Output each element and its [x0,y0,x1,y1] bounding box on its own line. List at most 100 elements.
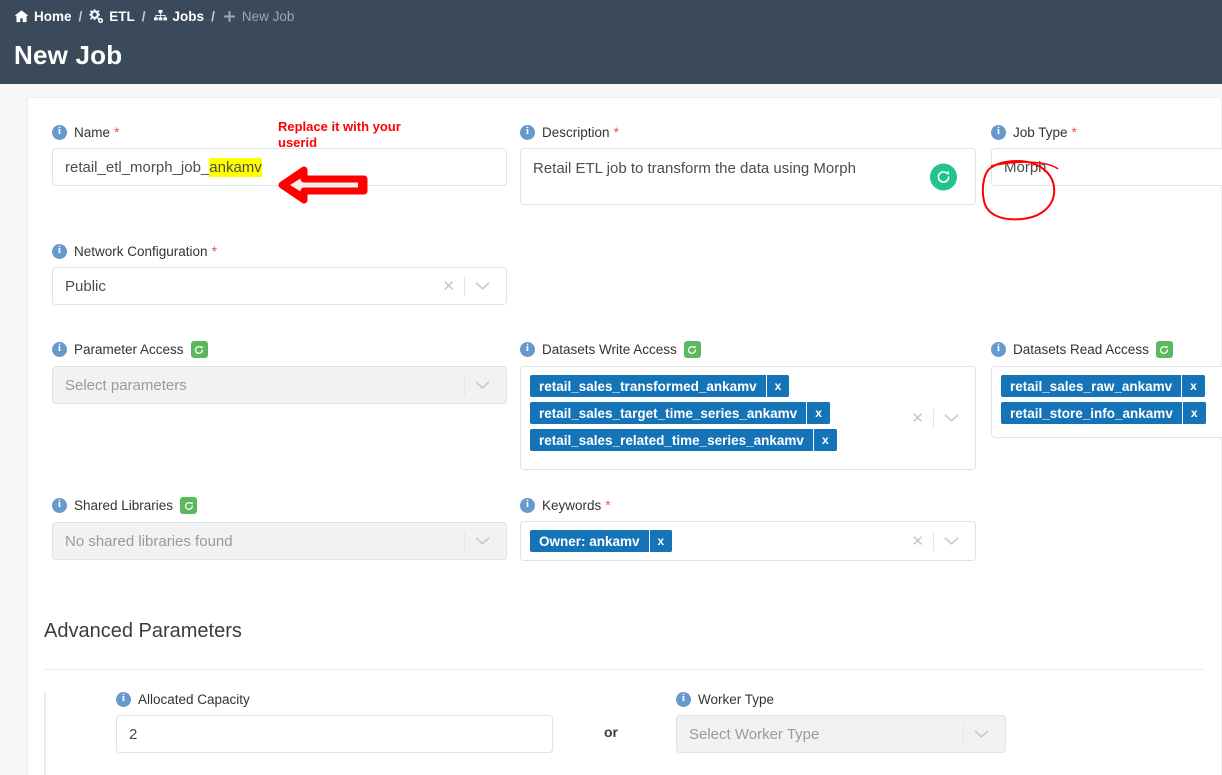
network-configuration-select[interactable]: Public ✕ [52,267,507,305]
chip-remove-icon[interactable]: x [648,530,673,552]
breadcrumb-label-home: Home [34,8,72,24]
clear-x-icon[interactable]: ✕ [902,411,933,426]
chevron-down-icon[interactable] [934,413,967,423]
chip-label: retail_sales_raw_ankamv [1010,378,1173,394]
job-type-value: Morph [1004,158,1047,176]
keywords-select[interactable]: Owner: ankamv x ✕ [520,521,976,561]
breadcrumb-item-home[interactable]: Home [14,9,72,24]
breadcrumb-separator: / [78,8,83,24]
refresh-circle-icon[interactable] [930,163,957,190]
label-description: i Description * [520,124,976,140]
required-marker: * [114,124,120,140]
info-icon[interactable]: i [991,124,1006,140]
chip[interactable]: retail_store_info_ankamv x [1001,402,1206,424]
chip[interactable]: retail_sales_related_time_series_ankamv … [530,429,837,451]
breadcrumb-separator: / [141,8,146,24]
chip-label: retail_sales_transformed_ankamv [539,378,757,394]
info-icon[interactable]: i [52,124,67,140]
shared-libraries-select[interactable]: No shared libraries found [52,522,507,560]
chip-remove-icon[interactable]: x [1181,375,1205,397]
page-header: Home / ETL / Jobs / New Job New Job [0,0,1222,84]
required-marker: * [211,243,218,259]
chip[interactable]: retail_sales_transformed_ankamv x [530,375,790,397]
shared-libraries-placeholder: No shared libraries found [65,532,233,550]
datasets-write-access-select[interactable]: retail_sales_transformed_ankamv x retail… [520,366,976,470]
chip[interactable]: retail_sales_target_time_series_ankamv x [530,402,830,424]
label-parameter-access-text: Parameter Access [74,342,184,357]
chip-label: retail_store_info_ankamv [1010,405,1173,421]
info-icon[interactable]: i [520,342,535,357]
field-job-type: i Job Type * Morph [991,124,1222,186]
breadcrumb-label-etl: ETL [109,8,135,24]
datasets-read-access-select[interactable]: retail_sales_raw_ankamv x retail_store_i… [991,366,1222,438]
label-worker-type: i Worker Type [676,692,1006,707]
info-icon[interactable]: i [991,342,1006,357]
label-job-type: i Job Type * [991,124,1222,140]
form-card: i Name * retail_etl_morph_job_ankamv i D… [27,97,1222,775]
sitemap-icon [153,9,168,24]
allocated-capacity-input[interactable]: 2 [116,715,553,753]
label-network-configuration-text: Network Configuration [74,243,208,259]
refresh-square-icon[interactable] [683,341,701,358]
field-allocated-capacity: i Allocated Capacity 2 [116,692,553,753]
breadcrumb: Home / ETL / Jobs / New Job [14,6,1222,26]
label-network-configuration: i Network Configuration * [52,243,507,259]
info-icon[interactable]: i [116,692,131,707]
chip-remove-icon[interactable]: x [806,402,830,424]
name-input[interactable]: retail_etl_morph_job_ankamv [52,148,507,186]
label-datasets-read-access-text: Datasets Read Access [1013,342,1149,357]
label-shared-libraries: i Shared Libraries [52,497,507,514]
label-name-text: Name [74,124,111,140]
label-datasets-write-access-text: Datasets Write Access [542,342,677,357]
chevron-down-icon[interactable] [465,281,498,291]
network-configuration-value: Public [65,277,106,295]
worker-type-select[interactable]: Select Worker Type [676,715,1006,753]
annotation-name-note: Replace it with your userid [278,119,401,150]
parameter-access-placeholder: Select parameters [65,376,187,394]
breadcrumb-separator: / [211,8,215,24]
chevron-down-icon[interactable] [964,729,997,739]
chip-remove-icon[interactable]: x [765,375,790,397]
label-job-type-text: Job Type [1013,124,1068,140]
refresh-square-icon[interactable] [190,341,208,358]
clear-x-icon[interactable]: ✕ [902,534,933,549]
info-icon[interactable]: i [52,498,67,513]
clear-x-icon[interactable]: ✕ [433,279,464,294]
required-marker: * [605,497,611,513]
description-input[interactable]: Retail ETL job to transform the data usi… [520,148,976,205]
chip-label: retail_sales_related_time_series_ankamv [539,432,804,448]
required-marker: * [613,124,619,140]
advanced-parameters-title: Advanced Parameters [44,620,242,642]
chip-remove-icon[interactable]: x [1181,402,1206,424]
info-icon[interactable]: i [52,342,67,357]
chip-label: retail_sales_target_time_series_ankamv [539,405,798,421]
worker-type-placeholder: Select Worker Type [689,725,820,743]
chip-remove-icon[interactable]: x [812,429,837,451]
breadcrumb-item-jobs[interactable]: Jobs [153,9,204,24]
field-parameter-access: i Parameter Access Select parameters [52,341,507,404]
refresh-square-icon[interactable] [180,497,198,514]
advanced-parameters-section: Advanced Parameters i Allocated Capacity… [44,620,1204,775]
label-datasets-write-access: i Datasets Write Access [520,341,976,358]
label-keywords: i Keywords * [520,497,976,513]
chip[interactable]: retail_sales_raw_ankamv x [1001,375,1205,397]
label-allocated-capacity: i Allocated Capacity [116,692,553,707]
label-keywords-text: Keywords [542,497,602,513]
info-icon[interactable]: i [520,497,535,513]
chevron-down-icon[interactable] [465,536,498,546]
or-label: or [604,724,618,740]
field-description: i Description * Retail ETL job to transf… [520,124,976,205]
parameter-access-select[interactable]: Select parameters [52,366,507,404]
chip[interactable]: Owner: ankamv x [530,530,673,552]
job-type-input[interactable]: Morph [991,148,1222,186]
chevron-down-icon[interactable] [934,536,967,546]
info-icon[interactable]: i [520,124,535,140]
breadcrumb-item-etl[interactable]: ETL [89,9,135,24]
field-shared-libraries: i Shared Libraries No shared libraries f… [52,497,507,560]
refresh-square-icon[interactable] [1155,341,1173,358]
field-datasets-read-access: i Datasets Read Access retail_sales_raw_… [991,341,1222,438]
chevron-down-icon[interactable] [465,380,498,390]
info-icon[interactable]: i [52,243,67,259]
info-icon[interactable]: i [676,692,691,707]
label-allocated-capacity-text: Allocated Capacity [138,692,250,707]
